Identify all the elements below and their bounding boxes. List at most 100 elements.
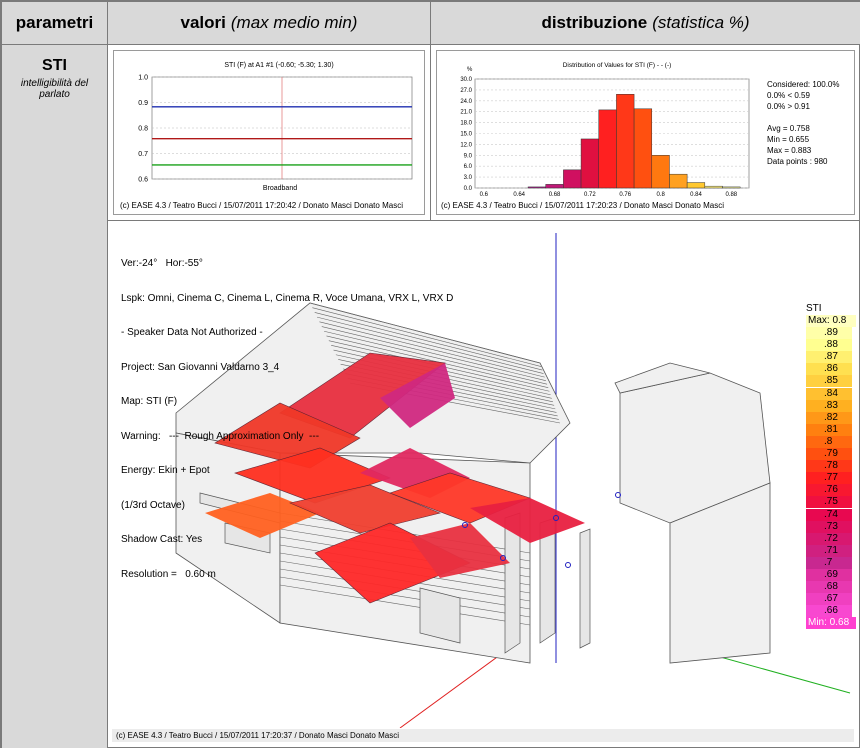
header-parametri: parametri [1,1,108,45]
line-ytick-label: 0.9 [138,100,148,107]
legend-min: Min: 0.68 [806,617,856,629]
hist-ytick-label: 21.0 [460,110,472,116]
stat-above: 0.0% > 0.91 [767,102,810,111]
legend-level: .88 [806,339,852,352]
histogram-ylabel: % [467,67,473,73]
legend-level: .75 [806,496,852,509]
info-resolution: Resolution = 0.60 m [121,568,216,580]
hist-xtick-label: 0.6 [480,192,489,198]
stat-min: Min = 0.655 [767,135,810,144]
legend-level: .86 [806,363,852,376]
histogram-panel: Distribution of Values for STI (F) - - (… [436,50,855,215]
hist-ytick-label: 27.0 [460,88,472,94]
legend-level: .85 [806,375,852,388]
hist-xtick-label: 0.84 [690,192,702,198]
hist-xtick-label: 0.68 [549,192,561,198]
legend-level: .76 [806,484,852,497]
legend-level: .79 [806,448,852,461]
values-cell: STI (F) at A1 #1 (-0.60; -5.30; 1.30) 1.… [107,44,431,221]
legend-level: .71 [806,544,852,557]
hist-ytick-label: 0.0 [464,186,473,192]
line-ytick-label: 0.7 [138,151,148,158]
hist-ytick-label: 3.0 [464,175,473,181]
hist-bar [651,155,670,189]
histogram-footer: (c) EASE 4.3 / Teatro Bucci / 15/07/2011… [441,201,724,210]
info-speaker-data: - Speaker Data Not Authorized - [121,327,263,338]
legend-level: .72 [806,532,852,545]
legend-level: .78 [806,460,852,473]
stat-considered: Considered: 100.0% [767,80,840,89]
map-info: Ver:-24° Hor:-55° Lspk: Omni, Cinema C, … [121,235,453,603]
line-chart-xlabel: Broadband [263,185,297,192]
info-octave: (1/3rd Octave) [121,499,185,511]
hist-xtick-label: 0.64 [513,192,525,198]
info-energy: Energy: Ekin + Epot [121,465,210,476]
info-loudspeakers: Lspk: Omni, Cinema C, Cinema L, Cinema R… [121,292,454,304]
legend-level: .69 [806,569,852,582]
stat-avg: Avg = 0.758 [767,124,810,133]
hist-bar [669,173,688,189]
info-shadow: Shadow Cast: Yes [121,534,203,545]
histogram-stats: Considered: 100.0% 0.0% < 0.59 0.0% > 0.… [767,79,840,167]
legend-level: .87 [806,351,852,364]
report-table: parametri valori (max medio min) distrib… [0,0,860,748]
map-footer: (c) EASE 4.3 / Teatro Bucci / 15/07/2011… [112,729,854,742]
hist-ytick-label: 12.0 [460,142,472,148]
header-valori: valori (max medio min) [107,1,431,45]
line-chart: STI (F) at A1 #1 (-0.60; -5.30; 1.30) 1.… [138,62,413,192]
hist-xtick-label: 0.76 [619,192,631,198]
hist-bar [545,184,564,189]
parameter-description-line2: parlato [39,89,70,100]
hist-ytick-label: 30.0 [460,77,472,83]
legend-level: .74 [806,508,852,521]
header-parametri-label: parametri [15,13,94,32]
hist-bar [722,186,741,189]
legend-level: .81 [806,423,852,436]
header-valori-label: valori [180,13,226,32]
header-distribuzione-label: distribuzione [541,13,648,32]
map-view: Ver:-24° Hor:-55° Lspk: Omni, Cinema C, … [110,223,856,744]
info-angles: Ver:-24° Hor:-55° [121,258,203,269]
hist-bar [686,182,706,189]
legend-level: .66 [806,605,852,618]
line-chart-yticks: 1.0 0.9 0.8 0.7 0.6 [138,75,148,184]
info-project: Project: San Giovanni Valdarno 3_4 [121,361,280,373]
info-warning: Warning: --- Rough Approximation Only --… [121,430,320,442]
map-cell: Ver:-24° Hor:-55° Lspk: Omni, Cinema C, … [107,220,860,748]
hist-bar [704,185,723,189]
hist-ytick-label: 9.0 [464,153,473,159]
legend-level: .84 [806,387,852,400]
legend-title: STI [806,303,822,314]
histogram-xticks: 0.6 0.64 0.68 0.72 0.76 0.8 0.84 0.88 [480,192,738,198]
parameter-description: intelligibilità del parlato [2,78,107,100]
stat-points: Data points : 980 [767,157,828,166]
stat-below: 0.0% < 0.59 [767,91,810,100]
line-chart-grid [151,76,413,180]
hist-bar [563,169,582,189]
parameter-name: STI [42,57,67,74]
legend-level: .8 [806,435,852,448]
histogram-bars [527,94,741,189]
parameter-cell: STI intelligibilità del parlato [1,44,108,748]
hist-bar [527,186,546,189]
legend-level: .89 [806,327,852,340]
header-valori-sub: (max medio min) [230,13,358,32]
histogram-title: Distribution of Values for STI (F) - - (… [563,62,672,69]
hist-bar [598,109,617,189]
legend-level: .82 [806,411,852,424]
line-chart-panel: STI (F) at A1 #1 (-0.60; -5.30; 1.30) 1.… [113,50,425,215]
hist-bar [580,138,599,189]
hist-xtick-label: 0.8 [656,192,665,198]
histogram-yticks: 30.0 27.0 24.0 21.0 18.0 15.0 12.0 9.0 6.0 3.0 0.0 [460,77,472,192]
hist-ytick-label: 24.0 [460,99,472,105]
hist-ytick-label: 6.0 [464,164,473,170]
hist-ytick-label: 15.0 [460,132,472,138]
distribution-cell: Distribution of Values for STI (F) - - (… [430,44,860,221]
legend-max: Max: 0.8 [806,315,856,327]
line-ytick-label: 1.0 [138,75,148,82]
legend-level: .68 [806,581,852,594]
line-ytick-label: 0.8 [138,126,148,133]
legend-level: .7 [806,556,852,569]
hist-xtick-label: 0.72 [584,192,596,198]
header-distribuzione: distribuzione (statistica %) [430,1,860,45]
